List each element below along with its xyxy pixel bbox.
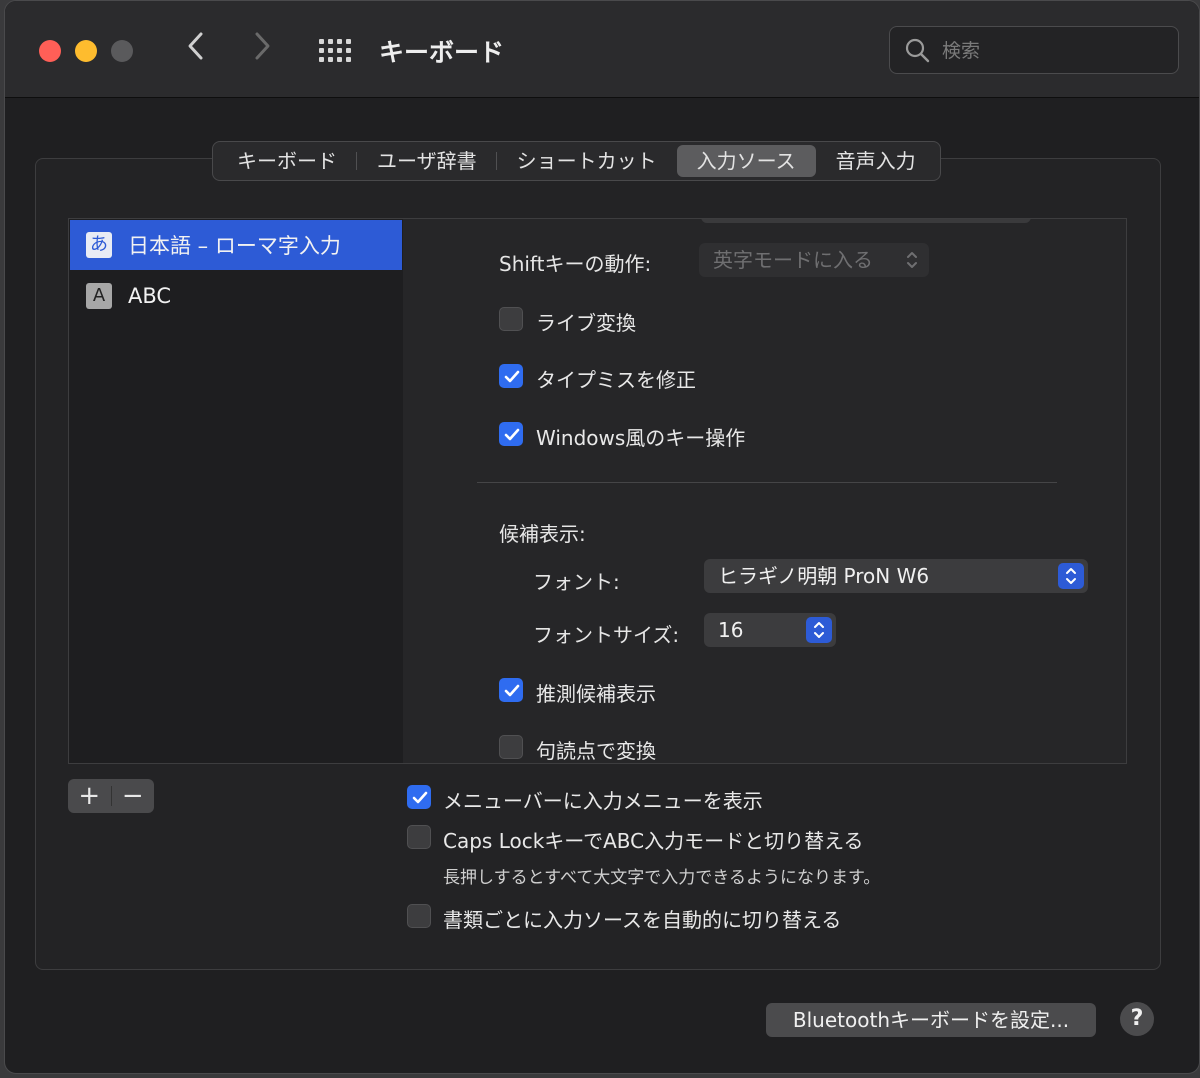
shift-behavior-label: Shiftキーの動作: (499, 252, 652, 276)
punctuation-convert-label: 句読点で変換 (536, 739, 656, 763)
show-input-menu-checkbox[interactable] (407, 785, 431, 809)
hiragana-a-icon: あ (86, 232, 112, 258)
auto-switch-checkbox[interactable] (407, 904, 431, 928)
live-conversion-checkbox[interactable] (499, 307, 523, 331)
list-item-abc[interactable]: A ABC (70, 271, 402, 321)
input-source-options: Shiftキーの動作: 英字モードに入る ライブ変換 タイプミスを修正 Wind… (403, 218, 1127, 764)
tab-input-sources[interactable]: 入力ソース (676, 145, 816, 177)
add-remove-control: + − (68, 779, 154, 813)
typo-correction-checkbox[interactable] (499, 364, 523, 388)
setup-bluetooth-keyboard-button[interactable]: Bluetoothキーボードを設定... (766, 1003, 1096, 1037)
window-title: キーボード (379, 38, 505, 67)
tab-bar: キーボード ユーザ辞書 ショートカット 入力ソース 音声入力 (212, 141, 941, 181)
live-conversion-label: ライブ変換 (536, 311, 636, 335)
font-size-popup[interactable]: 16 (704, 613, 836, 647)
add-source-button[interactable]: + (68, 779, 111, 813)
remove-source-button[interactable]: − (111, 779, 154, 813)
up-down-chevron-icon (806, 617, 832, 643)
list-item-japanese-romaji[interactable]: あ 日本語 – ローマ字入力 (70, 220, 402, 270)
caps-lock-note: 長押しするとすべて大文字で入力できるようになります。 (443, 868, 881, 888)
title-bar: キーボード (5, 1, 1199, 98)
candidates-heading: 候補表示: (499, 522, 586, 546)
clipped-popup (701, 219, 1031, 223)
tab-dictation[interactable]: 音声入力 (816, 145, 936, 177)
font-size-value: 16 (718, 618, 744, 642)
list-item-label: ABC (128, 284, 172, 308)
tab-user-dictionary[interactable]: ユーザ辞書 (357, 145, 497, 177)
font-label: フォント: (533, 570, 620, 594)
show-input-menu-label: メニューバーに入力メニューを表示 (443, 789, 763, 813)
help-button[interactable]: ? (1120, 1002, 1154, 1036)
auto-switch-label: 書類ごとに入力ソースを自動的に切り替える (443, 908, 842, 932)
up-down-chevron-icon (1058, 563, 1084, 589)
windows-keys-checkbox[interactable] (499, 422, 523, 446)
input-source-list: あ 日本語 – ローマ字入力 A ABC (68, 218, 404, 764)
letter-a-icon: A (86, 283, 112, 309)
tab-shortcuts[interactable]: ショートカット (497, 145, 677, 177)
windows-keys-label: Windows風のキー操作 (536, 426, 746, 450)
show-all-grid-icon[interactable] (319, 39, 353, 63)
tab-keyboard[interactable]: キーボード (217, 145, 357, 177)
minimize-button[interactable] (75, 40, 97, 62)
shift-behavior-value: 英字モードに入る (713, 248, 873, 272)
caps-lock-abc-label: Caps LockキーでABC入力モードと切り替える (443, 829, 864, 853)
zoom-button[interactable] (111, 40, 133, 62)
typo-correction-label: タイプミスを修正 (536, 368, 696, 392)
caps-lock-abc-checkbox[interactable] (407, 825, 431, 849)
search-field[interactable] (889, 26, 1179, 74)
search-icon (905, 38, 930, 63)
close-button[interactable] (39, 40, 61, 62)
list-item-label: 日本語 – ローマ字入力 (128, 234, 341, 258)
predictive-candidates-label: 推測候補表示 (536, 682, 656, 706)
font-popup[interactable]: ヒラギノ明朝 ProN W6 (704, 559, 1088, 593)
font-value: ヒラギノ明朝 ProN W6 (718, 564, 930, 588)
punctuation-convert-checkbox[interactable] (499, 735, 523, 759)
forward-chevron-icon[interactable] (251, 31, 273, 69)
back-chevron-icon[interactable] (185, 31, 207, 69)
shift-behavior-popup[interactable]: 英字モードに入る (699, 243, 929, 277)
predictive-candidates-checkbox[interactable] (499, 678, 523, 702)
up-down-chevron-icon (899, 247, 925, 273)
section-divider (477, 482, 1057, 483)
font-size-label: フォントサイズ: (533, 623, 680, 647)
search-input[interactable] (940, 35, 1164, 67)
